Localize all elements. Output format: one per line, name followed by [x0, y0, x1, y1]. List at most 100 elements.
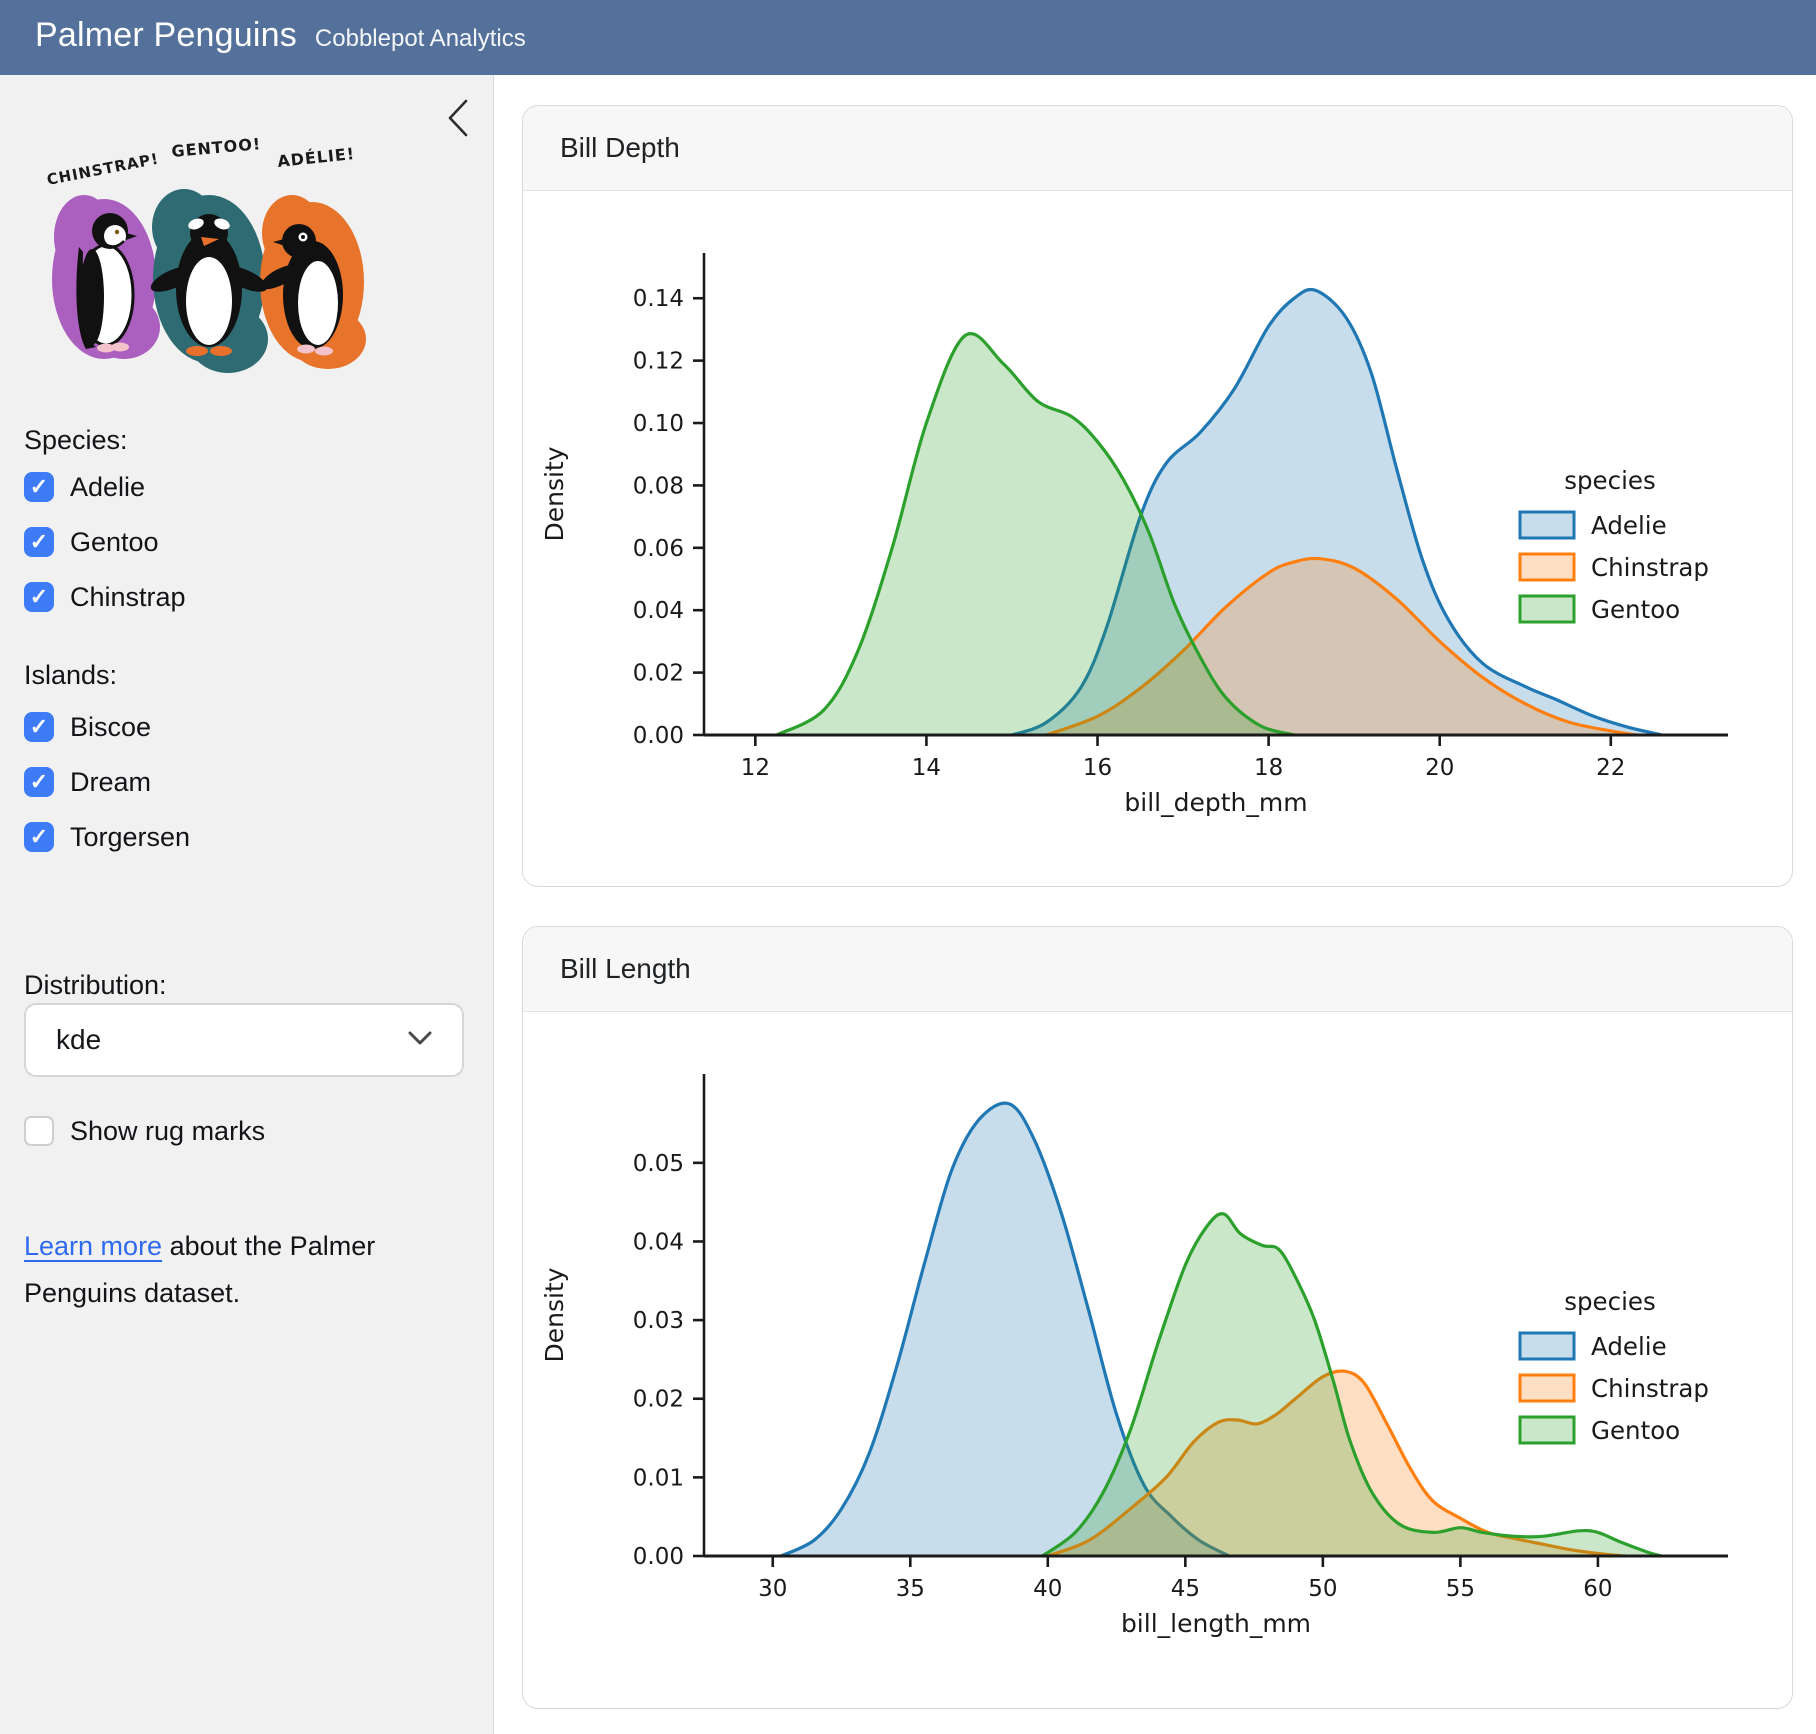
bill-depth-card-title: Bill Depth — [560, 132, 680, 164]
x-tick-label: 14 — [912, 755, 941, 781]
species-checkbox-chinstrap[interactable]: Chinstrap — [24, 582, 186, 612]
kde-chart-svg: 0.000.010.020.030.040.0530354045505560bi… — [523, 1012, 1793, 1672]
x-tick-label: 22 — [1596, 755, 1625, 781]
learn-more-text: Learn more about the Palmer Penguins dat… — [24, 1223, 444, 1317]
bill-depth-card: Bill Depth 0.000.020.040.060.080.100.120… — [522, 105, 1793, 887]
learn-more-link[interactable]: Learn more — [24, 1231, 162, 1261]
checkbox-checked-icon — [24, 822, 54, 852]
x-tick-label: 30 — [758, 1576, 787, 1602]
x-tick-label: 40 — [1033, 1576, 1062, 1602]
rug-checkbox[interactable]: Show rug marks — [24, 1116, 265, 1146]
kde-chart-svg: 0.00 0.02 0.04 0.06 0.08 0.10 0.12 0.14 12 14 16 18… — [523, 191, 1793, 851]
artwork-label-adelie: ADÉLIE! — [276, 144, 356, 171]
legend-swatch-adelie — [1520, 1333, 1574, 1359]
species-option-label: Adelie — [70, 472, 145, 503]
islands-section-label: Islands: — [24, 660, 117, 691]
rug-checkbox-label: Show rug marks — [70, 1116, 265, 1147]
legend: species Adelie Chinstrap Gentoo — [1520, 466, 1709, 624]
x-tick-label: 12 — [741, 755, 770, 781]
rug-checkbox-row: Show rug marks — [24, 1116, 265, 1171]
legend-title: species — [1564, 466, 1656, 495]
app-title: Palmer Penguins — [35, 16, 297, 55]
x-tick-label: 20 — [1425, 755, 1454, 781]
bill-depth-card-header: Bill Depth — [523, 106, 1792, 191]
legend-label-chinstrap: Chinstrap — [1591, 1374, 1709, 1403]
y-tick-label: 0.04 — [633, 598, 684, 624]
x-tick-label: 45 — [1171, 1576, 1200, 1602]
islands-checkbox-biscoe[interactable]: Biscoe — [24, 712, 190, 742]
y-tick-label: 0.10 — [633, 411, 684, 437]
checkbox-checked-icon — [24, 527, 54, 557]
header-brand: Palmer Penguins Cobblepot Analytics — [35, 16, 526, 55]
species-checkbox-gentoo[interactable]: Gentoo — [24, 527, 186, 557]
legend-label-adelie: Adelie — [1591, 1332, 1667, 1361]
y-tick-label: 0.03 — [633, 1308, 684, 1334]
legend-swatch-adelie — [1520, 512, 1574, 538]
app-header: Palmer Penguins Cobblepot Analytics — [0, 0, 1816, 75]
bill-length-card-title: Bill Length — [560, 953, 691, 985]
bill-depth-kde-plot: 0.00 0.02 0.04 0.06 0.08 0.10 0.12 0.14 12 14 16 18… — [523, 191, 1793, 851]
legend-label-adelie: Adelie — [1591, 511, 1667, 540]
legend-label-chinstrap: Chinstrap — [1591, 553, 1709, 582]
checkbox-checked-icon — [24, 712, 54, 742]
islands-checkbox-torgersen[interactable]: Torgersen — [24, 822, 190, 852]
legend: species Adelie Chinstrap Gentoo — [1520, 1287, 1709, 1445]
sidebar-collapse-button[interactable] — [441, 97, 475, 141]
species-section-label: Species: — [24, 425, 128, 456]
penguins-artwork-image: CHINSTRAP! GENTOO! ADÉLIE! — [26, 127, 370, 395]
x-tick-label: 16 — [1083, 755, 1112, 781]
x-tick-label: 55 — [1446, 1576, 1475, 1602]
y-tick-label: 0.00 — [633, 1544, 684, 1570]
artwork-label-chinstrap: CHINSTRAP! — [45, 150, 160, 189]
islands-option-label: Torgersen — [70, 822, 190, 853]
legend-label-gentoo: Gentoo — [1591, 1416, 1680, 1445]
chevron-left-icon — [445, 97, 471, 142]
y-tick-label: 0.12 — [633, 349, 684, 375]
distribution-section-label: Distribution: — [24, 970, 167, 1001]
islands-option-label: Dream — [70, 767, 151, 798]
x-tick-label: 50 — [1308, 1576, 1337, 1602]
bill-length-card: Bill Length 0.000.010.020.030.040.053035… — [522, 926, 1793, 1709]
x-axis-label: bill_depth_mm — [1124, 788, 1307, 817]
artwork-label-gentoo: GENTOO! — [171, 134, 262, 161]
y-tick-label: 0.06 — [633, 536, 684, 562]
app-subtitle: Cobblepot Analytics — [315, 25, 526, 53]
y-tick-label: 0.02 — [633, 661, 684, 687]
x-tick-label: 35 — [896, 1576, 925, 1602]
legend-label-gentoo: Gentoo — [1591, 595, 1680, 624]
y-tick-label: 0.01 — [633, 1465, 684, 1491]
y-axis-label: Density — [540, 446, 569, 541]
species-checkbox-adelie[interactable]: Adelie — [24, 472, 186, 502]
bill-length-kde-plot: 0.000.010.020.030.040.0530354045505560bi… — [523, 1012, 1793, 1672]
distribution-selected-value: kde — [56, 1024, 101, 1056]
checkbox-checked-icon — [24, 767, 54, 797]
y-tick-label: 0.02 — [633, 1387, 684, 1413]
islands-checkbox-dream[interactable]: Dream — [24, 767, 190, 797]
checkbox-checked-icon — [24, 472, 54, 502]
species-option-label: Chinstrap — [70, 582, 186, 613]
chevron-down-icon — [408, 1031, 432, 1050]
bill-length-card-header: Bill Length — [523, 927, 1792, 1012]
legend-swatch-gentoo — [1520, 1417, 1574, 1443]
y-tick-label: 0.04 — [633, 1229, 684, 1255]
app-window: Palmer Penguins Cobblepot Analytics — [0, 0, 1816, 1734]
species-option-label: Gentoo — [70, 527, 159, 558]
legend-title: species — [1564, 1287, 1656, 1316]
y-axis-label: Density — [540, 1267, 569, 1362]
islands-option-label: Biscoe — [70, 712, 151, 743]
checkbox-checked-icon — [24, 582, 54, 612]
y-tick-label: 0.08 — [633, 473, 684, 499]
distribution-select[interactable]: kde — [24, 1003, 464, 1077]
checkbox-unchecked-icon — [24, 1116, 54, 1146]
y-tick-label: 0.00 — [633, 723, 684, 749]
legend-swatch-chinstrap — [1520, 554, 1574, 580]
sidebar: CHINSTRAP! GENTOO! ADÉLIE! Species: Adel… — [0, 75, 494, 1734]
x-tick-label: 60 — [1583, 1576, 1612, 1602]
legend-swatch-gentoo — [1520, 596, 1574, 622]
x-axis-label: bill_length_mm — [1121, 1609, 1311, 1638]
islands-checklist: Biscoe Dream Torgersen — [24, 712, 190, 877]
legend-swatch-chinstrap — [1520, 1375, 1574, 1401]
x-tick-label: 18 — [1254, 755, 1283, 781]
y-tick-label: 0.14 — [633, 286, 684, 312]
main-content: Bill Depth 0.000.020.040.060.080.100.120… — [494, 75, 1816, 1734]
